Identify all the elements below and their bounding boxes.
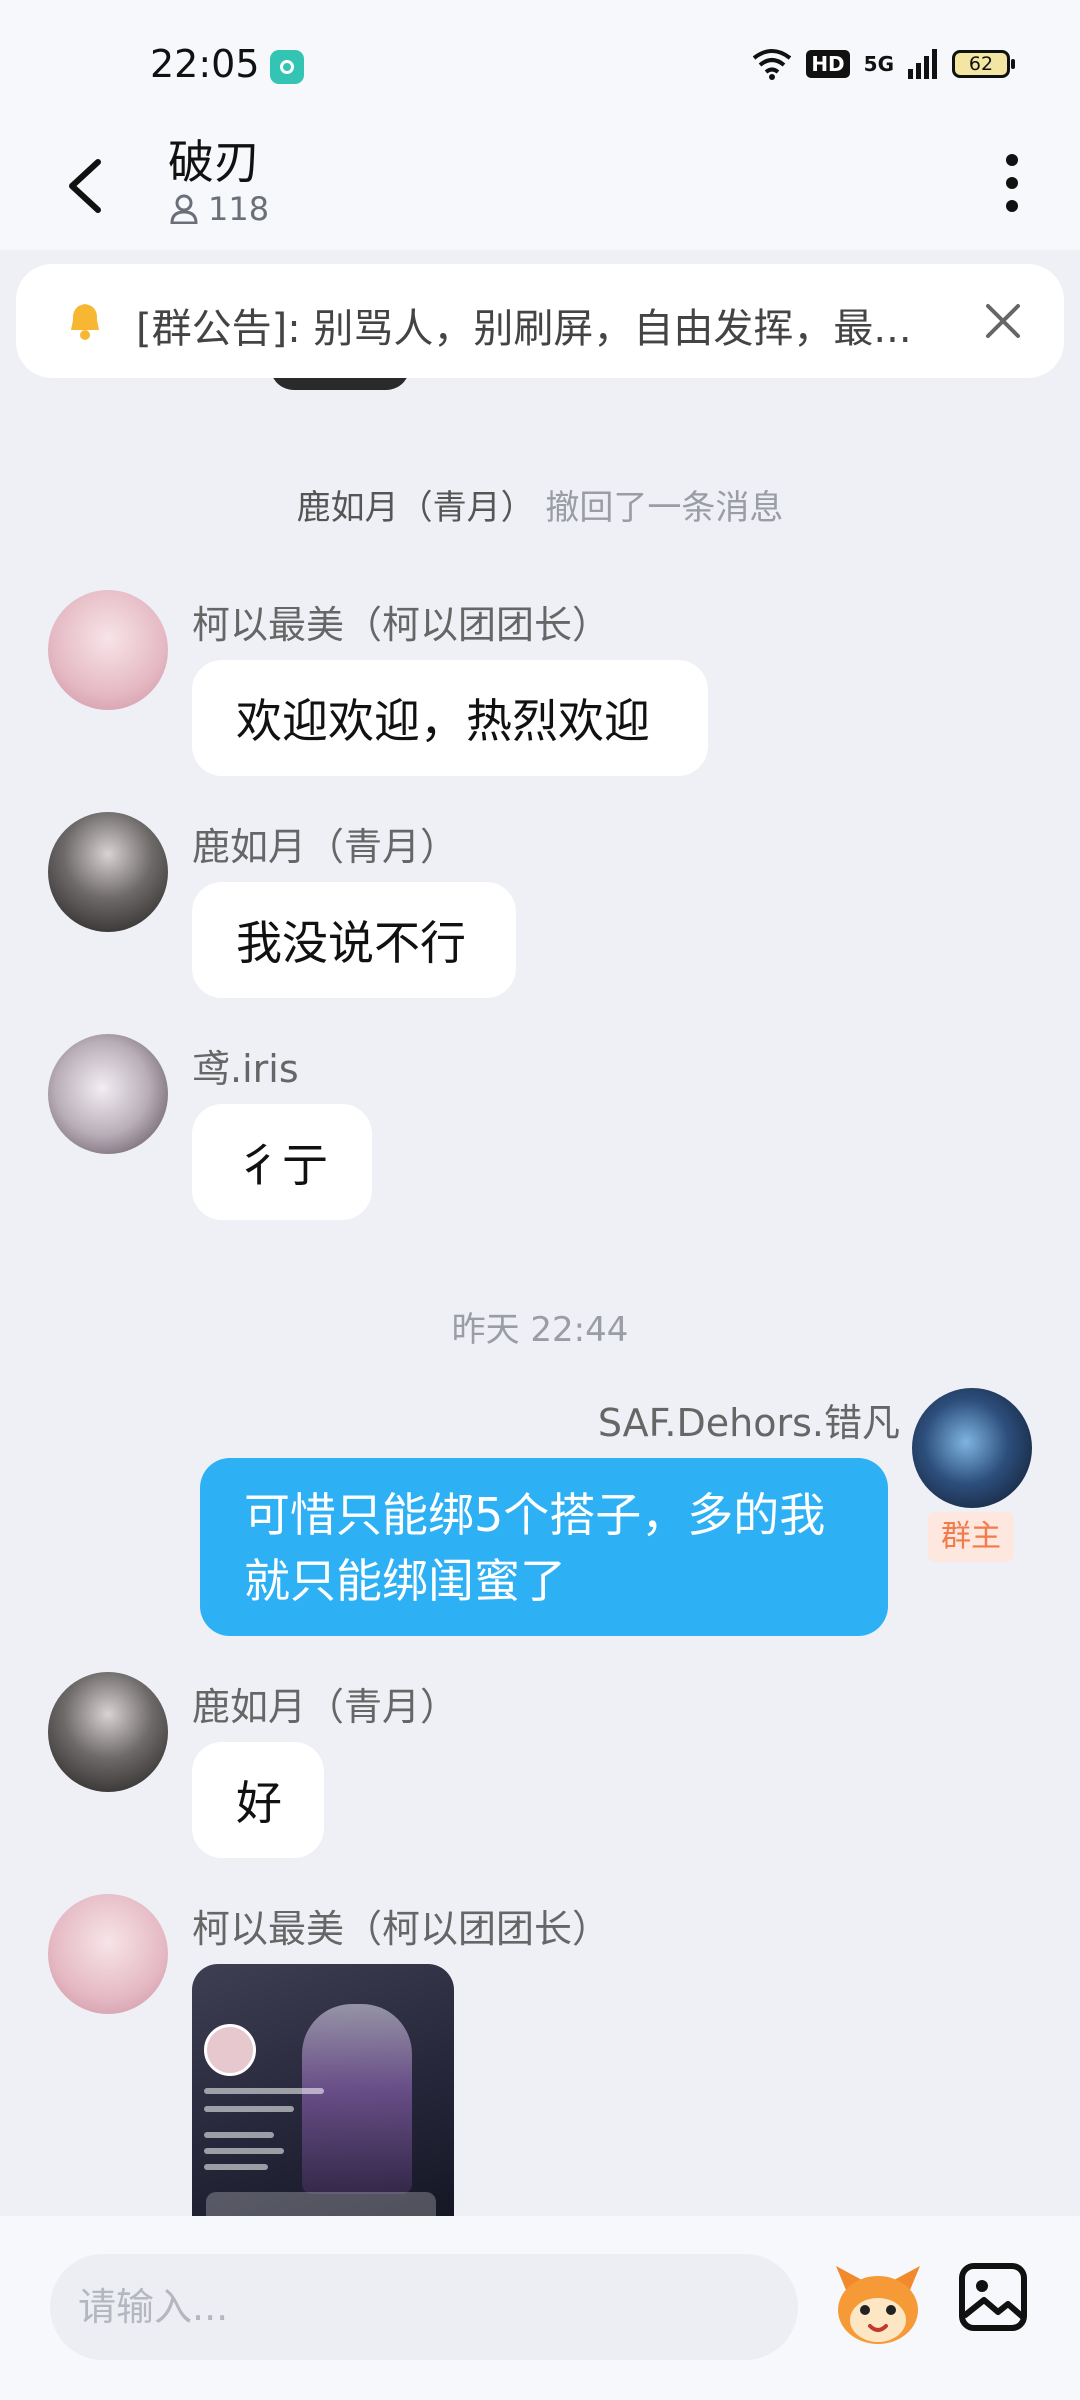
more-options-icon[interactable]: [992, 148, 1032, 218]
message-bubble[interactable]: 好: [192, 1742, 324, 1858]
sender-name: 柯以最美（柯以团团长）: [192, 603, 611, 647]
group-announcement-banner[interactable]: [群公告]: 别骂人，别刷屏，自由发挥，最...: [16, 264, 1064, 378]
image-profile-avatar: [204, 2024, 256, 2076]
sender-name: SAF.Dehors.错凡: [597, 1401, 900, 1445]
avatar[interactable]: [912, 1388, 1032, 1508]
image-text-line: [204, 2148, 284, 2154]
status-icons: HD 5G 62: [752, 48, 1015, 80]
recall-notice: 鹿如月（青月） 撤回了一条消息: [0, 480, 1080, 529]
avatar[interactable]: [48, 1672, 168, 1792]
message-bubble[interactable]: 我没说不行: [192, 882, 516, 998]
back-arrow-icon[interactable]: [62, 156, 108, 216]
member-count-value: 118: [208, 190, 270, 228]
recall-user: 鹿如月（青月）: [296, 488, 535, 528]
sender-name: 鹿如月（青月）: [192, 1685, 459, 1729]
owner-badge: 群主: [928, 1512, 1014, 1562]
input-bar: [0, 2216, 1080, 2400]
message-input[interactable]: [50, 2254, 798, 2360]
sender-name: 柯以最美（柯以团团长）: [192, 1907, 611, 1951]
message-bubble[interactable]: 彳亍: [192, 1104, 372, 1220]
message-bubble[interactable]: 欢迎欢迎，热烈欢迎: [192, 660, 708, 776]
chat-header: 破刃 118: [0, 118, 1080, 250]
sender-name: 鹿如月（青月）: [192, 825, 459, 869]
avatar[interactable]: [48, 1034, 168, 1154]
group-title: 破刃: [168, 135, 260, 189]
battery-icon: 62: [952, 50, 1015, 78]
timestamp: 昨天 22:44: [451, 1310, 629, 1350]
member-count[interactable]: 118: [170, 190, 269, 228]
image-text-line: [204, 2164, 268, 2170]
recall-text: 撤回了一条消息: [545, 488, 784, 528]
wifi-icon: [753, 49, 792, 80]
emoji-mascot-icon[interactable]: [832, 2260, 924, 2352]
signal-icon: [908, 49, 937, 79]
network-type: 5G: [863, 52, 894, 76]
image-icon[interactable]: [958, 2262, 1028, 2332]
image-text-line: [204, 2132, 274, 2138]
status-bar: 22:05 HD 5G 62: [0, 0, 1080, 118]
status-time: 22:05: [150, 42, 260, 86]
sender-name: 鸢.iris: [192, 1047, 299, 1091]
avatar[interactable]: [48, 590, 168, 710]
bell-icon: [71, 304, 99, 340]
announcement-text: [群公告]: 别骂人，别刷屏，自由发挥，最...: [136, 306, 912, 352]
app-notification-icon: [270, 50, 304, 84]
image-message[interactable]: [192, 1964, 454, 2220]
image-text-line: [204, 2088, 324, 2094]
hd-badge: HD: [806, 50, 850, 78]
close-icon[interactable]: [980, 298, 1026, 344]
image-figure: [302, 2004, 412, 2194]
person-icon: [170, 194, 198, 224]
avatar[interactable]: [48, 812, 168, 932]
image-text-line: [204, 2106, 294, 2112]
message-bubble-self[interactable]: 可惜只能绑5个搭子，多的我就只能绑闺蜜了: [200, 1458, 888, 1636]
avatar[interactable]: [48, 1894, 168, 2014]
